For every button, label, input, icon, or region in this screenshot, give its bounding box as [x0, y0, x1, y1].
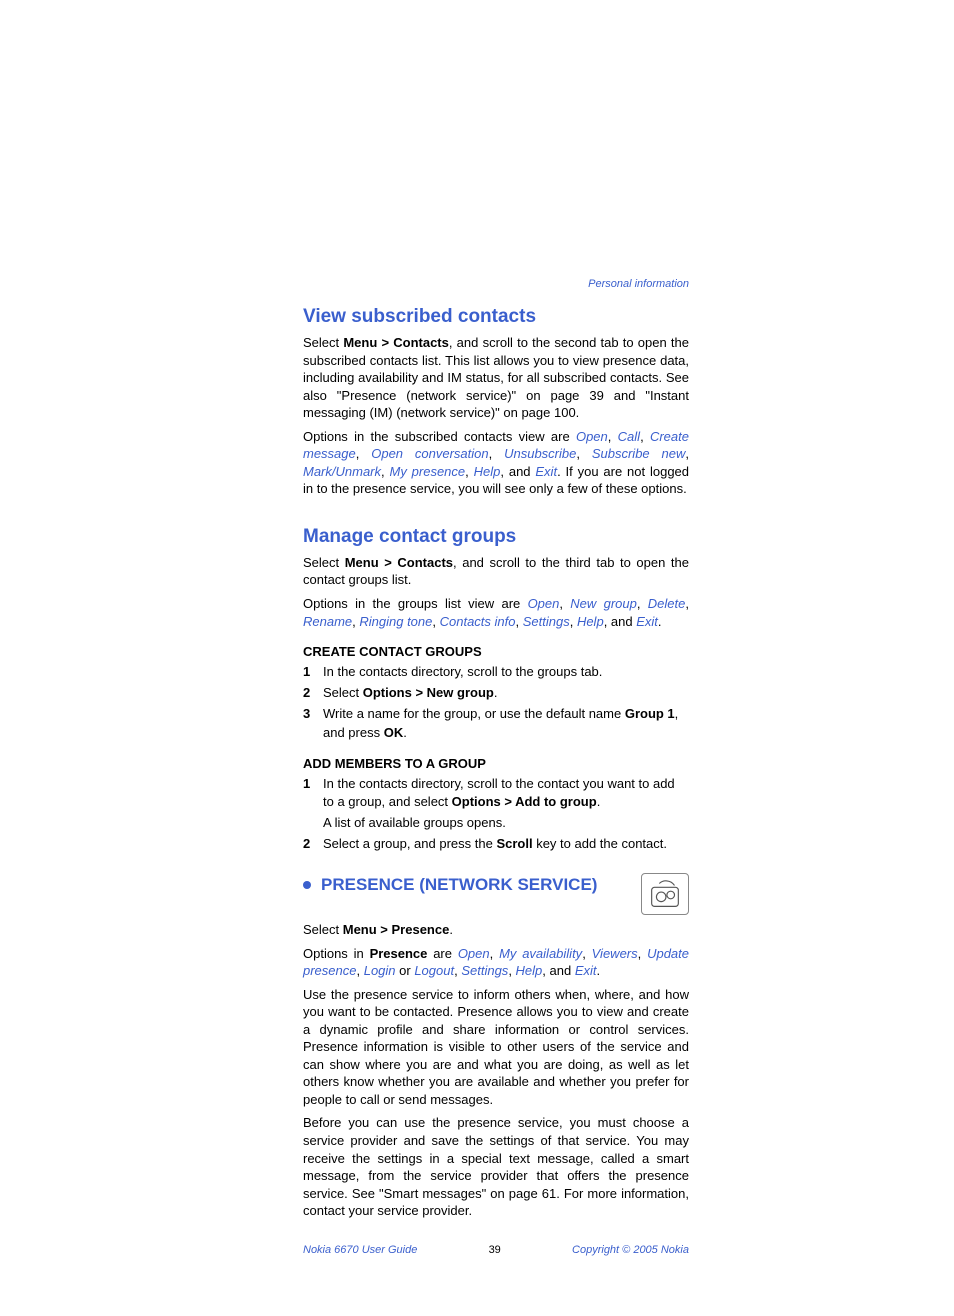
option-link[interactable]: Ringing tone: [359, 614, 432, 629]
list-item: 1In the contacts directory, scroll to th…: [303, 663, 689, 681]
option-link[interactable]: Logout: [414, 963, 454, 978]
list-item: 3Write a name for the group, or use the …: [303, 705, 689, 741]
list-item: 2Select Options > New group.: [303, 684, 689, 702]
paragraph: Options in the subscribed contacts view …: [303, 428, 689, 498]
presence-icon: [641, 873, 689, 915]
list-item: 1In the contacts directory, scroll to th…: [303, 775, 689, 811]
heading-manage-groups: Manage contact groups: [303, 526, 689, 548]
option-link[interactable]: Contacts info: [440, 614, 516, 629]
subheading-create-groups: CREATE CONTACT GROUPS: [303, 644, 689, 659]
option-link[interactable]: Settings: [523, 614, 570, 629]
paragraph: Select Menu > Contacts, and scroll to th…: [303, 334, 689, 422]
option-link[interactable]: Delete: [648, 596, 686, 611]
list-item: 2Select a group, and press the Scroll ke…: [303, 835, 689, 853]
option-link[interactable]: Help: [516, 963, 543, 978]
option-link[interactable]: Viewers: [592, 946, 638, 961]
option-link[interactable]: Open conversation: [371, 446, 488, 461]
option-link[interactable]: New group: [570, 596, 637, 611]
option-link[interactable]: Mark/Unmark: [303, 464, 381, 479]
option-link[interactable]: Open: [528, 596, 560, 611]
paragraph: Use the presence service to inform other…: [303, 986, 689, 1109]
header-section-link[interactable]: Personal information: [588, 278, 689, 290]
bullet-icon: [303, 881, 311, 889]
option-link[interactable]: Login: [364, 963, 396, 978]
option-link[interactable]: Open: [576, 429, 608, 444]
option-link[interactable]: Help: [474, 464, 501, 479]
paragraph: Select Menu > Contacts, and scroll to th…: [303, 554, 689, 589]
heading-presence: PRESENCE (NETWORK SERVICE): [303, 875, 689, 915]
page-footer: Nokia 6670 User Guide 39 Copyright © 200…: [303, 1244, 689, 1256]
paragraph: Before you can use the presence service,…: [303, 1114, 689, 1219]
heading-view-subscribed: View subscribed contacts: [303, 306, 689, 328]
list-item-sub: A list of available groups opens.: [323, 814, 689, 832]
option-link[interactable]: Subscribe new: [592, 446, 686, 461]
paragraph: Options in the groups list view are Open…: [303, 595, 689, 630]
option-link[interactable]: My availability: [499, 946, 582, 961]
option-link[interactable]: My presence: [389, 464, 465, 479]
footer-copyright: Copyright © 2005 Nokia: [572, 1244, 689, 1256]
page-number: 39: [489, 1244, 501, 1256]
paragraph: Select Menu > Presence.: [303, 921, 689, 939]
footer-guide-link[interactable]: Nokia 6670 User Guide: [303, 1244, 417, 1256]
option-link[interactable]: Exit: [575, 963, 597, 978]
option-link[interactable]: Call: [618, 429, 640, 444]
option-link[interactable]: Rename: [303, 614, 352, 629]
option-link[interactable]: Open: [458, 946, 490, 961]
subheading-add-members: ADD MEMBERS TO A GROUP: [303, 756, 689, 771]
option-link[interactable]: Help: [577, 614, 604, 629]
option-link[interactable]: Unsubscribe: [504, 446, 576, 461]
option-link[interactable]: Exit: [636, 614, 658, 629]
option-link[interactable]: Exit: [535, 464, 557, 479]
paragraph: Options in Presence are Open, My availab…: [303, 945, 689, 980]
option-link[interactable]: Settings: [461, 963, 508, 978]
